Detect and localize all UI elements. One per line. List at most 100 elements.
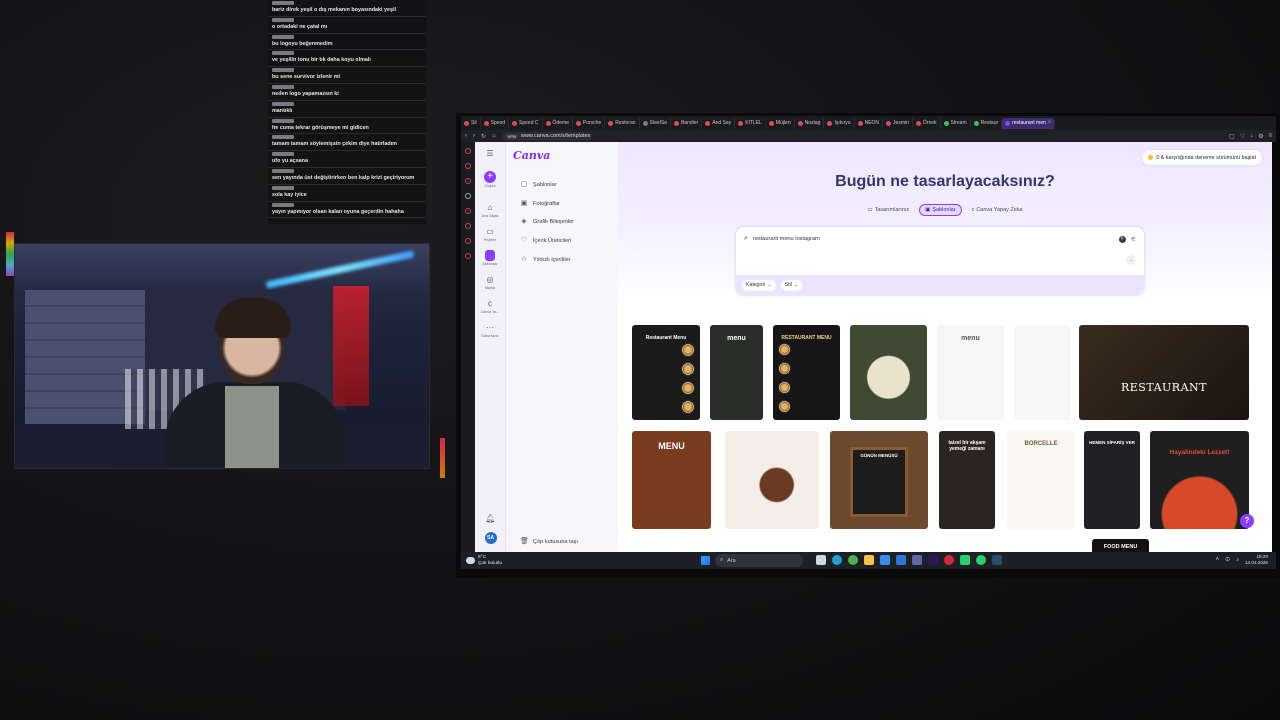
browser-tab[interactable]: Speed C: [509, 117, 543, 129]
browser-tab[interactable]: Restaur: [971, 117, 1003, 129]
explorer-icon[interactable]: [864, 555, 874, 565]
store-icon[interactable]: [880, 555, 890, 565]
instagram-icon[interactable]: [465, 208, 471, 214]
template-card[interactable]: BORCELLE: [1007, 431, 1075, 529]
template-card[interactable]: [725, 431, 819, 529]
browser-tab[interactable]: Örnek: [913, 117, 941, 129]
browser-tab[interactable]: SteelSe: [640, 117, 672, 129]
rail-projects[interactable]: ▭ Projeler: [484, 226, 496, 242]
browser-tab[interactable]: Ödeme: [543, 117, 573, 129]
history-icon[interactable]: [465, 223, 471, 229]
browser-tab[interactable]: Jesmin: [883, 117, 913, 129]
download-icon[interactable]: ↓: [1250, 133, 1253, 140]
steam-icon[interactable]: [992, 555, 1002, 565]
weather-widget[interactable]: 8°C Çok bulutlu: [466, 555, 502, 566]
browser-tab[interactable]: Restoran: [605, 117, 640, 129]
url-field[interactable]: VPN www.canva.com/s/templates: [501, 131, 592, 141]
move-to-trash-link[interactable]: 🗑︎ Çöp kutusuna taşı: [520, 538, 578, 546]
template-card[interactable]: RESTAURANT: [1079, 325, 1249, 420]
browser-tab[interactable]: NEON: [855, 117, 884, 129]
template-card[interactable]: Restaurant Menu: [632, 325, 700, 420]
spotify-icon[interactable]: [960, 555, 970, 565]
browser-tab[interactable]: Işıkıryu: [824, 117, 855, 129]
whatsapp-icon[interactable]: [976, 555, 986, 565]
back-icon[interactable]: ‹: [465, 133, 467, 139]
clock[interactable]: 18:20 14.01.2026: [1245, 554, 1268, 565]
rail-templates[interactable]: Şablonlar: [482, 250, 498, 266]
volume-icon[interactable]: ♪: [1236, 557, 1239, 563]
rail-more[interactable]: ··· Daha fazla: [481, 322, 498, 338]
opera-logo-icon[interactable]: [465, 148, 471, 154]
start-trial-button[interactable]: 0 ₺ karşılığında deneme sürümünü başlat: [1142, 150, 1262, 165]
speed-dial-icon[interactable]: ⌂: [492, 133, 496, 139]
network-icon[interactable]: ⊙: [1225, 556, 1230, 563]
collapse-menu-icon[interactable]: ☰: [485, 148, 496, 159]
extensions-icon[interactable]: ⚙: [1258, 133, 1263, 140]
clear-search-icon[interactable]: ×: [1118, 235, 1126, 243]
template-card[interactable]: Hayalindeki Lezzet!: [1150, 431, 1249, 529]
search-input[interactable]: restaurant menu instagram: [753, 236, 1114, 242]
browser-tab[interactable]: Speed: [481, 117, 510, 129]
template-card[interactable]: GÜNÜN MENÜSÜ: [830, 431, 928, 529]
aria-icon[interactable]: [465, 163, 471, 169]
rail-brand[interactable]: ◎ Marka: [485, 274, 496, 290]
menu-icon[interactable]: ≡: [1268, 133, 1272, 140]
taskbar-search[interactable]: ⌕ Ara: [715, 554, 803, 567]
chevron-up-icon[interactable]: ˄: [1215, 557, 1219, 563]
clock-icon[interactable]: [465, 238, 471, 244]
browser-tab[interactable]: Porsche: [573, 117, 606, 129]
tab-canva-ai[interactable]: ϲ Canva Yapay Zeka: [967, 204, 1028, 216]
notification-bell-icon[interactable]: 🔔︎: [485, 513, 496, 524]
windows-start-icon[interactable]: [701, 556, 710, 565]
side-menu-item[interactable]: ◈ Grafik Bileşenler: [520, 213, 574, 232]
template-card[interactable]: [850, 325, 927, 420]
task-view-icon[interactable]: [816, 555, 826, 565]
browser-tab[interactable]: Sil: [461, 117, 481, 129]
snapshot-icon[interactable]: ▢: [1229, 133, 1235, 140]
close-tab-icon[interactable]: ×: [1048, 120, 1052, 126]
browser-tab[interactable]: Barstler: [671, 117, 703, 129]
browser-tab[interactable]: Stream: [941, 117, 971, 129]
twitch-icon[interactable]: [465, 193, 471, 199]
browser-tab[interactable]: Müjlen: [766, 117, 795, 129]
chrome-icon[interactable]: [848, 555, 858, 565]
opera-icon[interactable]: [944, 555, 954, 565]
browser-tab[interactable]: Nostag: [795, 117, 825, 129]
style-dropdown[interactable]: Stil ⌄: [780, 279, 803, 291]
rail-home[interactable]: ⌂ Ana Sayfa: [482, 202, 499, 218]
forward-icon[interactable]: ›: [473, 133, 475, 139]
template-card[interactable]: [1014, 325, 1070, 420]
filter-icon[interactable]: ⚟: [1131, 236, 1136, 243]
template-card[interactable]: HEMEN SİPARİŞ VER: [1084, 431, 1140, 529]
tab-your-designs[interactable]: ▭ Tasarımlarınız: [862, 204, 914, 216]
teams-icon[interactable]: [912, 555, 922, 565]
tab-templates[interactable]: ▣ Şablonlar: [919, 204, 962, 216]
browser-tab[interactable]: restaurant men ×: [1002, 117, 1056, 129]
help-button[interactable]: ?: [1240, 514, 1254, 528]
side-menu-item[interactable]: ▢ Şablonlar: [520, 176, 574, 195]
template-card[interactable]: MENU: [632, 431, 711, 529]
settings-icon[interactable]: [465, 253, 471, 259]
template-card[interactable]: FOOD MENU: [1092, 539, 1149, 552]
edge-icon[interactable]: [832, 555, 842, 565]
browser-tab[interactable]: And Say: [702, 117, 736, 129]
reload-icon[interactable]: ↻: [481, 133, 486, 140]
side-menu-item[interactable]: ♡ İçerik Üreticileri: [520, 232, 574, 251]
side-menu-item[interactable]: ☆ Yıldızlı içerikler: [520, 250, 574, 269]
category-dropdown[interactable]: Kategori ⌄: [742, 279, 776, 291]
messenger-icon[interactable]: [465, 178, 471, 184]
template-card[interactable]: taizel bir akşam yemeği zamanı: [939, 431, 995, 529]
canva-logo[interactable]: Canva: [513, 149, 550, 162]
avatar[interactable]: SA: [484, 532, 497, 544]
rail-ai[interactable]: ϲ Canva Ya...: [481, 298, 499, 314]
mail-icon[interactable]: [896, 555, 906, 565]
template-card[interactable]: menu: [937, 325, 1004, 420]
browser-tab[interactable]: KITLEL: [735, 117, 766, 129]
vpn-badge[interactable]: VPN: [505, 133, 518, 139]
template-card[interactable]: RESTAURANT MENU: [773, 325, 840, 420]
submit-arrow-icon[interactable]: →: [1126, 255, 1136, 265]
premiere-icon[interactable]: [928, 555, 938, 565]
bookmark-icon[interactable]: ♡: [1240, 133, 1245, 140]
rail-create[interactable]: + Oluştur: [484, 171, 496, 188]
template-card[interactable]: menu: [710, 325, 763, 420]
